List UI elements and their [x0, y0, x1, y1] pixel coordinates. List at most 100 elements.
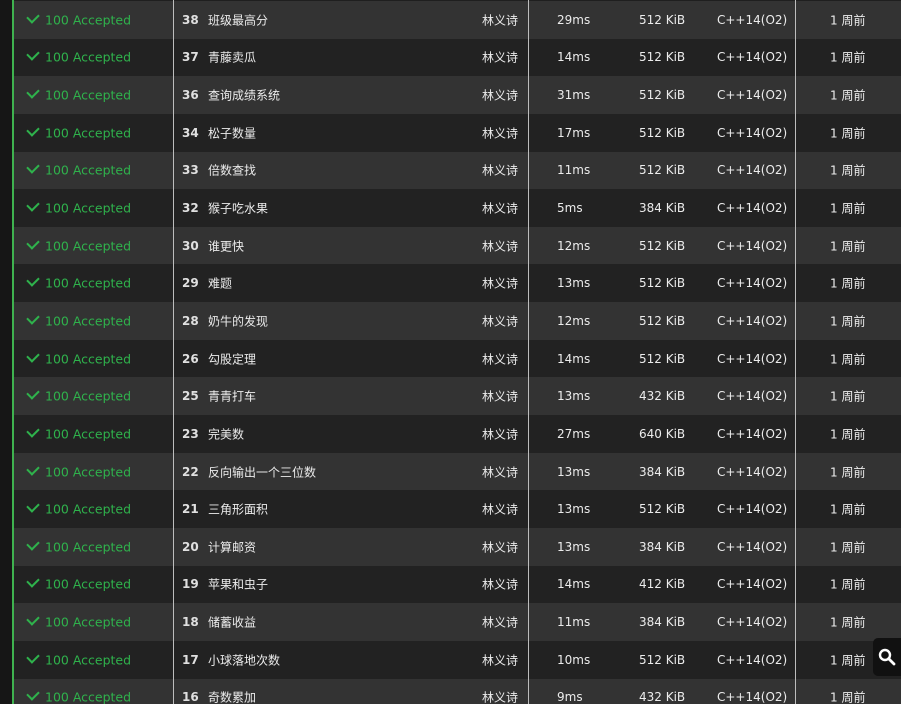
table-row[interactable]: 100 Accepted 30 谁更快 林义诗 12ms 512 KiB C++14(O2)… — [14, 226, 901, 265]
run-time: 31ms — [557, 88, 591, 103]
problem-title-link[interactable]: 反向输出一个三位数 — [208, 463, 316, 480]
status-link[interactable]: 100 Accepted — [26, 198, 131, 216]
status-link[interactable]: 100 Accepted — [26, 348, 131, 366]
table-row[interactable]: 100 Accepted 34 松子数量 林义诗 17ms 512 KiB C++14(O2… — [14, 113, 901, 152]
problem-title-link[interactable]: 三角形面积 — [208, 501, 268, 518]
problem-title-link[interactable]: 苹果和虫子 — [208, 576, 268, 593]
table-row[interactable]: 100 Accepted 17 小球落地次数 林义诗 10ms 512 KiB C++14(… — [14, 640, 901, 679]
submit-time: 1 周前 — [830, 540, 866, 555]
table-row[interactable]: 100 Accepted 29 难题 林义诗 13ms 512 KiB C++14(O2) 1… — [14, 264, 901, 303]
user-name-link[interactable]: 林义诗 — [482, 124, 518, 141]
table-row[interactable]: 100 Accepted 18 储蓄收益 林义诗 11ms 384 KiB C++14(O2… — [14, 603, 901, 641]
user-name-link[interactable]: 林义诗 — [482, 388, 518, 405]
problem-title-link[interactable]: 储蓄收益 — [208, 614, 256, 631]
submit-time: 1 周前 — [830, 50, 866, 65]
table-row[interactable]: 100 Accepted 38 班级最高分 林义诗 29ms 512 KiB C++14(O… — [14, 1, 901, 39]
table-row[interactable]: 100 Accepted 23 完美数 林义诗 27ms 640 KiB C++14(O2)… — [14, 415, 901, 453]
problem-title-link[interactable]: 猴子吃水果 — [208, 200, 268, 217]
table-row[interactable]: 100 Accepted 19 苹果和虫子 林义诗 14ms 412 KiB C++14(O… — [14, 565, 901, 604]
table-row[interactable]: 100 Accepted 22 反向输出一个三位数 林义诗 13ms 384 KiB C++… — [14, 452, 901, 491]
submit-time: 1 周前 — [830, 465, 866, 479]
table-row[interactable]: 100 Accepted 25 青青打车 林义诗 13ms 432 KiB C++14(O2… — [14, 377, 901, 416]
user-name-link[interactable]: 林义诗 — [482, 614, 518, 631]
problem-title-link[interactable]: 谁更快 — [208, 237, 244, 254]
check-icon — [26, 85, 40, 99]
problem-id: 28 — [182, 313, 199, 328]
status-link[interactable]: 100 Accepted — [26, 160, 131, 178]
user-name-link[interactable]: 林义诗 — [482, 576, 518, 593]
language: C++14(O2) — [717, 276, 788, 291]
table-row[interactable]: 100 Accepted 16 奇数累加 林义诗 9ms 432 KiB C++14(O2)… — [14, 678, 901, 704]
problem-title-link[interactable]: 倍数查找 — [208, 162, 256, 179]
column-divider — [528, 0, 529, 704]
status-link[interactable]: 100 Accepted — [26, 687, 131, 704]
problem-title-link[interactable]: 计算邮资 — [208, 538, 256, 555]
problem-title-link[interactable]: 查询成绩系统 — [208, 87, 280, 104]
problem-title-link[interactable]: 奇数累加 — [208, 689, 256, 704]
run-time: 27ms — [557, 426, 591, 441]
submit-time: 1 周前 — [830, 126, 866, 141]
status-link[interactable]: 100 Accepted — [26, 574, 131, 592]
memory-usage: 512 KiB — [639, 502, 686, 517]
user-name-link[interactable]: 林义诗 — [482, 87, 518, 104]
check-icon — [26, 499, 40, 513]
table-row[interactable]: 100 Accepted 28 奶牛的发现 林义诗 12ms 512 KiB C++14(O… — [14, 302, 901, 340]
problem-title-link[interactable]: 完美数 — [208, 425, 244, 442]
problem-title-link[interactable]: 青藤卖瓜 — [208, 49, 256, 66]
user-name-link[interactable]: 林义诗 — [482, 689, 518, 704]
status-link[interactable]: 100 Accepted — [26, 499, 131, 517]
table-row[interactable]: 100 Accepted 26 勾股定理 林义诗 14ms 512 KiB C++14(O2… — [14, 339, 901, 378]
status-link[interactable]: 100 Accepted — [26, 273, 131, 291]
run-time: 17ms — [557, 125, 591, 140]
status-link[interactable]: 100 Accepted — [26, 235, 131, 253]
user-name-link[interactable]: 林义诗 — [482, 11, 518, 28]
problem-title-link[interactable]: 青青打车 — [208, 388, 256, 405]
user-name-link[interactable]: 林义诗 — [482, 275, 518, 292]
user-name-link[interactable]: 林义诗 — [482, 538, 518, 555]
status-link[interactable]: 100 Accepted — [26, 85, 131, 103]
status-text: 100 Accepted — [45, 12, 132, 28]
user-name-link[interactable]: 林义诗 — [482, 350, 518, 367]
problem-title-link[interactable]: 小球落地次数 — [208, 651, 280, 668]
status-link[interactable]: 100 Accepted — [26, 612, 131, 630]
table-row[interactable]: 100 Accepted 32 猴子吃水果 林义诗 5ms 384 KiB C++14(O2… — [14, 189, 901, 227]
check-icon — [26, 348, 40, 363]
status-link[interactable]: 100 Accepted — [26, 424, 131, 441]
language: C++14(O2) — [717, 652, 788, 667]
submit-time: 1 周前 — [830, 690, 866, 704]
user-name-link[interactable]: 林义诗 — [482, 49, 518, 66]
table-row[interactable]: 100 Accepted 37 青藤卖瓜 林义诗 14ms 512 KiB C++14(O2… — [14, 38, 901, 77]
user-name-link[interactable]: 林义诗 — [482, 425, 518, 442]
user-name-link[interactable]: 林义诗 — [482, 312, 518, 329]
problem-title-link[interactable]: 难题 — [208, 275, 232, 292]
user-name-link[interactable]: 林义诗 — [482, 162, 518, 179]
search-button[interactable] — [873, 638, 901, 676]
memory-usage: 512 KiB — [639, 238, 686, 253]
user-name-link[interactable]: 林义诗 — [482, 501, 518, 518]
problem-id: 38 — [182, 12, 199, 27]
run-time: 13ms — [557, 502, 591, 517]
table-row[interactable]: 100 Accepted 21 三角形面积 林义诗 13ms 512 KiB C++14(O… — [14, 490, 901, 528]
problem-id: 23 — [182, 426, 199, 441]
table-row[interactable]: 100 Accepted 36 查询成绩系统 林义诗 31ms 512 KiB C++14(… — [14, 76, 901, 114]
problem-id: 29 — [182, 276, 199, 291]
problem-title-link[interactable]: 松子数量 — [208, 124, 256, 141]
user-name-link[interactable]: 林义诗 — [482, 463, 518, 480]
problem-id: 22 — [182, 464, 199, 479]
status-link[interactable]: 100 Accepted — [26, 311, 131, 328]
user-name-link[interactable]: 林义诗 — [482, 651, 518, 668]
status-link[interactable]: 100 Accepted — [26, 123, 131, 140]
status-link[interactable]: 100 Accepted — [26, 10, 132, 28]
table-row[interactable]: 100 Accepted 33 倍数查找 林义诗 11ms 512 KiB C++14(O2… — [14, 151, 901, 190]
user-name-link[interactable]: 林义诗 — [482, 237, 518, 254]
table-row[interactable]: 100 Accepted 20 计算邮资 林义诗 13ms 384 KiB C++14(O2… — [14, 527, 901, 566]
status-link[interactable]: 100 Accepted — [26, 649, 131, 667]
status-link[interactable]: 100 Accepted — [26, 537, 131, 554]
status-link[interactable]: 100 Accepted — [26, 47, 131, 65]
problem-title-link[interactable]: 奶牛的发现 — [208, 312, 268, 329]
user-name-link[interactable]: 林义诗 — [482, 200, 518, 217]
problem-title-link[interactable]: 班级最高分 — [208, 11, 268, 28]
status-link[interactable]: 100 Accepted — [26, 386, 131, 404]
status-link[interactable]: 100 Accepted — [26, 461, 131, 479]
problem-title-link[interactable]: 勾股定理 — [208, 350, 256, 367]
